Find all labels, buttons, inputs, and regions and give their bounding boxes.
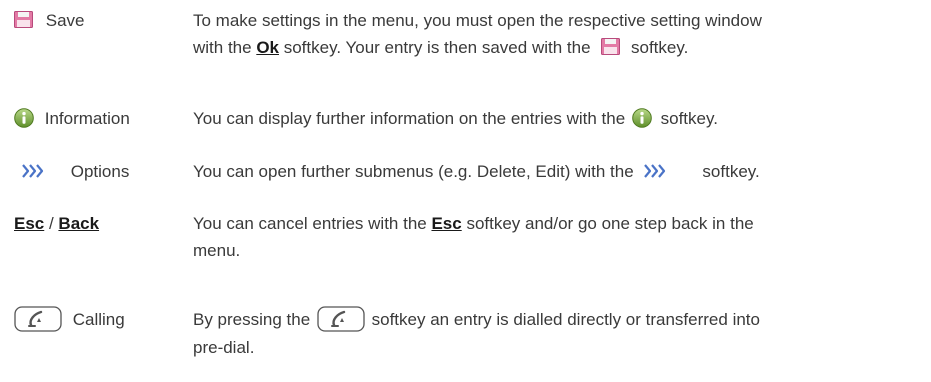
description: By pressing the softkey an entry is dial… (193, 305, 773, 361)
save-icon (601, 38, 621, 56)
info-icon (14, 107, 34, 128)
term-options: Options (22, 158, 129, 185)
term-label: Save (45, 11, 85, 30)
options-icon (22, 163, 44, 178)
term-label: Calling (72, 310, 125, 329)
term-esc-back: Esc / Back (14, 214, 100, 233)
row-calling: Calling By pressing the softkey an entry… (0, 305, 931, 366)
esc-softkey-label: Esc (14, 214, 45, 233)
description: You can display further information on t… (193, 107, 718, 128)
options-icon (644, 163, 666, 178)
term-label: Information (44, 109, 130, 128)
term-calling: Calling (14, 305, 125, 334)
info-icon (632, 107, 652, 128)
call-softkey-icon (317, 305, 365, 332)
row-save: Save To make settings in the menu, you m… (0, 7, 931, 67)
row-information: Information You can display further info… (0, 105, 931, 135)
description: You can open further submenus (e.g. Dele… (193, 162, 760, 181)
ok-softkey-label: Ok (256, 38, 279, 57)
row-esc-back: Esc / Back You can cancel entries with t… (0, 210, 931, 270)
term-save: Save (14, 7, 84, 34)
term-label: Options (70, 162, 130, 181)
back-softkey-label: Back (58, 214, 100, 233)
term-information: Information (14, 105, 130, 132)
call-softkey-icon (14, 305, 62, 332)
save-icon (14, 11, 33, 29)
row-options: Options You can open further submenus (e… (0, 158, 931, 188)
esc-softkey-label: Esc (431, 214, 462, 233)
description: You can cancel entries with the Esc soft… (193, 214, 754, 260)
description: To make settings in the menu, you must o… (193, 11, 762, 57)
